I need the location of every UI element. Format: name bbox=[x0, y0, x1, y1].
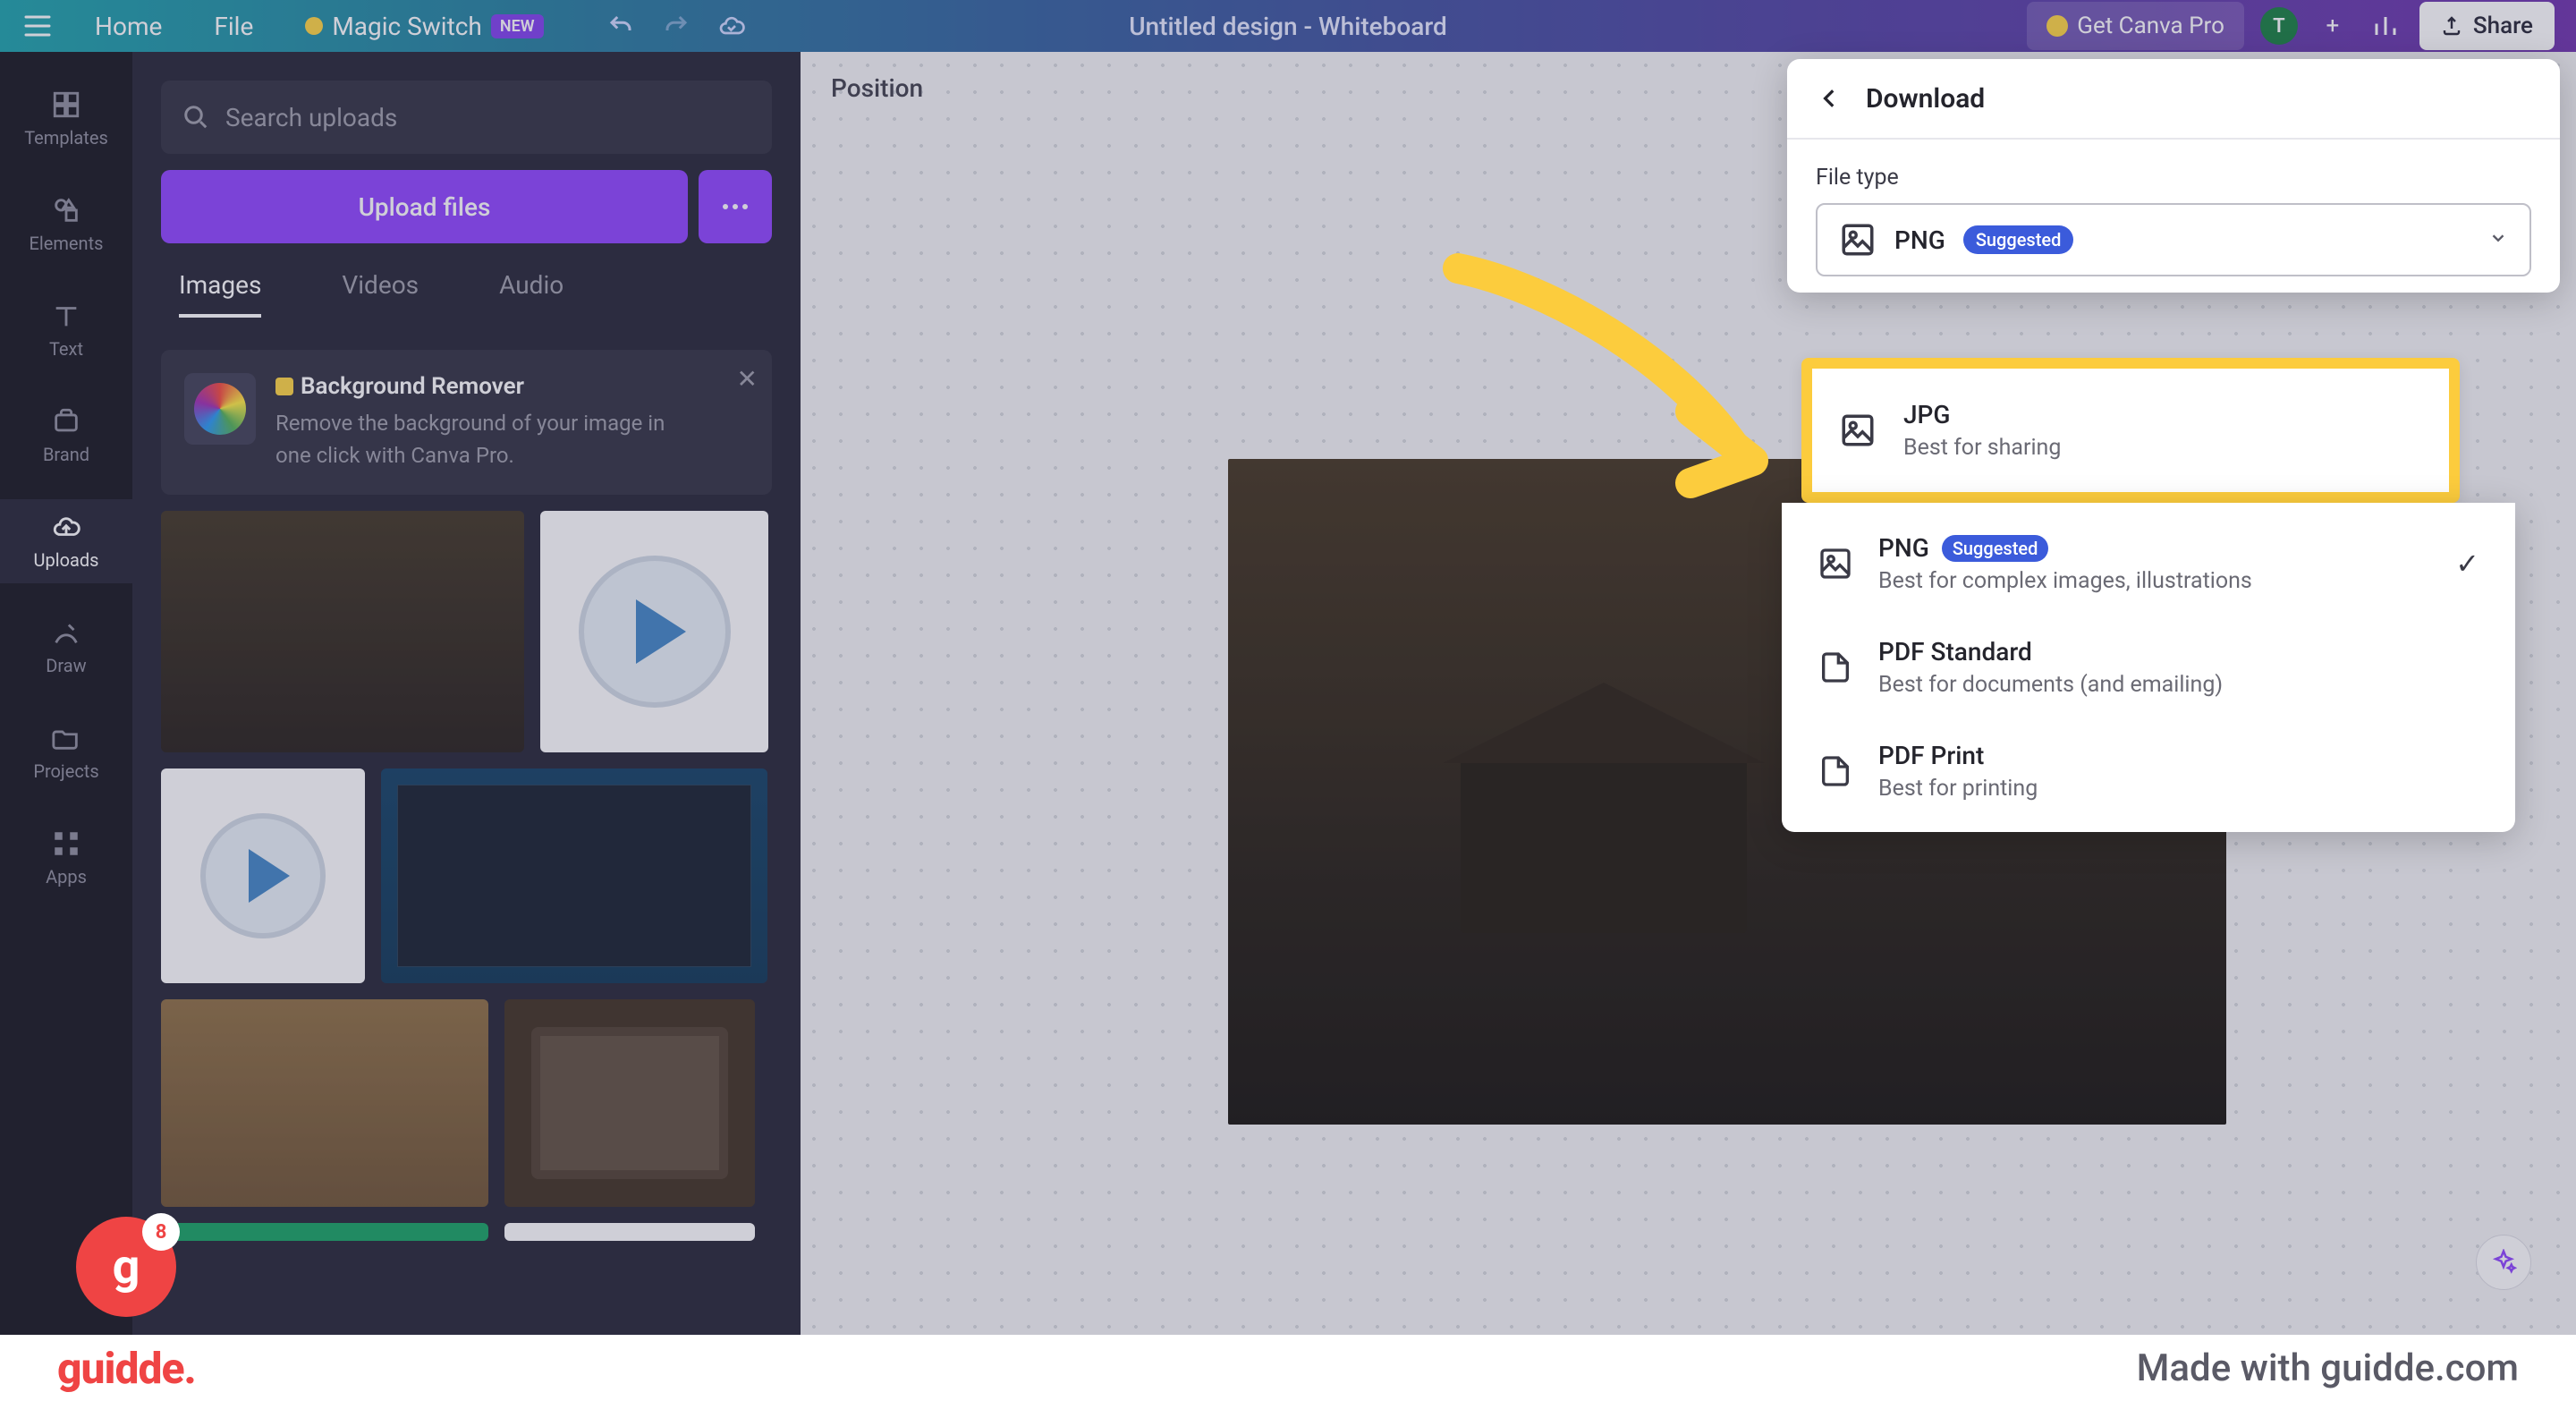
download-title: Download bbox=[1866, 83, 1985, 115]
rail-elements[interactable]: Elements bbox=[0, 183, 132, 267]
get-canva-pro-button[interactable]: Get Canva Pro bbox=[2027, 2, 2244, 50]
rail-templates[interactable]: Templates bbox=[0, 77, 132, 161]
upload-thumbnail[interactable] bbox=[381, 768, 767, 983]
option-name: JPG bbox=[1903, 400, 2061, 429]
upload-thumbnail[interactable] bbox=[161, 768, 365, 983]
share-button[interactable]: Share bbox=[2419, 2, 2555, 50]
check-icon: ✓ bbox=[2455, 547, 2479, 581]
image-icon bbox=[1839, 221, 1877, 259]
filetype-label: File type bbox=[1816, 165, 2531, 191]
search-icon bbox=[182, 104, 209, 131]
upload-thumbnail[interactable] bbox=[504, 1223, 755, 1241]
option-desc: Best for sharing bbox=[1903, 435, 2061, 461]
suggested-badge: Suggested bbox=[1942, 535, 2049, 562]
undo-icon[interactable] bbox=[603, 8, 639, 44]
share-label: Share bbox=[2473, 13, 2533, 39]
download-back-button[interactable] bbox=[1812, 81, 1848, 116]
tab-images[interactable]: Images bbox=[179, 270, 261, 318]
suggested-badge: Suggested bbox=[1963, 225, 2074, 254]
get-pro-label: Get Canva Pro bbox=[2077, 13, 2224, 39]
projects-icon bbox=[51, 723, 81, 753]
background-remover-promo[interactable]: Background Remover Remove the background… bbox=[161, 350, 772, 495]
option-desc: Best for printing bbox=[1878, 776, 2479, 802]
rail-apps[interactable]: Apps bbox=[0, 816, 132, 900]
position-button[interactable]: Position bbox=[831, 73, 923, 103]
document-icon bbox=[1818, 650, 1853, 685]
image-icon bbox=[1839, 412, 1877, 449]
filetype-option-jpg-highlight[interactable]: JPG Best for sharing bbox=[1801, 358, 2460, 503]
elements-icon bbox=[51, 195, 81, 225]
option-name: PDF Print bbox=[1878, 741, 2479, 770]
filetype-option-pdf-print[interactable]: PDF Print Best for printing bbox=[1782, 719, 2515, 823]
user-avatar[interactable]: T bbox=[2260, 7, 2298, 45]
bg-remover-icon bbox=[184, 373, 256, 445]
document-icon bbox=[1818, 753, 1853, 789]
play-icon bbox=[579, 556, 731, 708]
rail-projects[interactable]: Projects bbox=[0, 710, 132, 794]
upload-thumbnail[interactable] bbox=[504, 999, 755, 1207]
ai-assist-button[interactable] bbox=[2476, 1235, 2531, 1290]
upload-thumbnail[interactable] bbox=[161, 1223, 488, 1241]
notification-count: 8 bbox=[142, 1213, 180, 1251]
rail-draw[interactable]: Draw bbox=[0, 605, 132, 689]
filetype-option-png[interactable]: PNGSuggested Best for complex images, il… bbox=[1782, 512, 2515, 616]
guidde-logo: guidde. bbox=[57, 1343, 196, 1394]
uploads-tabs: Images Videos Audio bbox=[161, 270, 772, 318]
filetype-option-pdf-standard[interactable]: PDF Standard Best for documents (and ema… bbox=[1782, 616, 2515, 719]
rail-brand[interactable]: Brand bbox=[0, 394, 132, 478]
document-title[interactable]: Untitled design - Whiteboard bbox=[1129, 12, 1447, 41]
guidde-recorder-badge[interactable]: g 8 bbox=[76, 1217, 176, 1317]
templates-icon bbox=[51, 89, 81, 120]
uploads-panel: Upload files Images Videos Audio Backgro… bbox=[132, 52, 801, 1335]
crown-icon bbox=[305, 17, 323, 35]
image-icon bbox=[1818, 546, 1853, 582]
made-with-text: Made with guidde.com bbox=[2137, 1346, 2519, 1390]
menu-magic-switch[interactable]: Magic Switch NEW bbox=[294, 4, 554, 48]
upload-thumbnail[interactable] bbox=[161, 999, 488, 1207]
uploads-icon bbox=[51, 512, 81, 542]
filetype-dropdown: PNGSuggested Best for complex images, il… bbox=[1782, 503, 2515, 832]
hamburger-menu-icon[interactable] bbox=[21, 10, 54, 42]
search-input[interactable] bbox=[225, 103, 750, 132]
cloud-sync-icon[interactable] bbox=[714, 8, 750, 44]
filetype-selected: PNG bbox=[1894, 225, 1945, 255]
draw-icon bbox=[51, 617, 81, 648]
tab-videos[interactable]: Videos bbox=[342, 270, 419, 318]
top-menu-bar: Home File Magic Switch NEW Untitled desi… bbox=[0, 0, 2576, 52]
uploads-grid bbox=[161, 511, 772, 1241]
download-panel: Download File type PNG Suggested bbox=[1787, 59, 2560, 293]
redo-icon[interactable] bbox=[658, 8, 694, 44]
chevron-down-icon bbox=[2488, 228, 2508, 251]
promo-body: Remove the background of your image in o… bbox=[275, 407, 705, 471]
option-name: PNGSuggested bbox=[1878, 533, 2430, 563]
upload-more-options-button[interactable] bbox=[699, 170, 772, 243]
rail-uploads[interactable]: Uploads bbox=[0, 499, 132, 583]
rail-text[interactable]: Text bbox=[0, 288, 132, 372]
menu-file[interactable]: File bbox=[203, 4, 264, 48]
guidde-footer: guidde. Made with guidde.com bbox=[0, 1335, 2576, 1401]
left-tool-rail: Templates Elements Text Brand Uploads Dr… bbox=[0, 52, 132, 1335]
upload-thumbnail[interactable] bbox=[540, 511, 768, 752]
analytics-icon[interactable] bbox=[2368, 8, 2403, 44]
promo-title: Background Remover bbox=[275, 373, 705, 400]
filetype-select[interactable]: PNG Suggested bbox=[1816, 203, 2531, 276]
play-icon bbox=[200, 813, 326, 938]
upload-thumbnail[interactable] bbox=[161, 511, 524, 752]
magic-switch-label: Magic Switch bbox=[332, 12, 482, 41]
option-desc: Best for documents (and emailing) bbox=[1878, 672, 2479, 698]
add-collaborator-button[interactable]: + bbox=[2314, 7, 2351, 45]
option-name: PDF Standard bbox=[1878, 637, 2479, 667]
tab-audio[interactable]: Audio bbox=[499, 270, 564, 318]
crown-icon bbox=[275, 378, 293, 395]
text-icon bbox=[51, 301, 81, 331]
option-desc: Best for complex images, illustrations bbox=[1878, 568, 2430, 594]
brand-icon bbox=[51, 406, 81, 437]
new-badge: NEW bbox=[491, 14, 544, 38]
promo-close-button[interactable]: ✕ bbox=[737, 364, 758, 394]
uploads-search[interactable] bbox=[161, 81, 772, 154]
menu-home[interactable]: Home bbox=[84, 4, 173, 48]
apps-icon bbox=[51, 828, 81, 859]
upload-files-button[interactable]: Upload files bbox=[161, 170, 688, 243]
crown-icon bbox=[2046, 15, 2068, 37]
